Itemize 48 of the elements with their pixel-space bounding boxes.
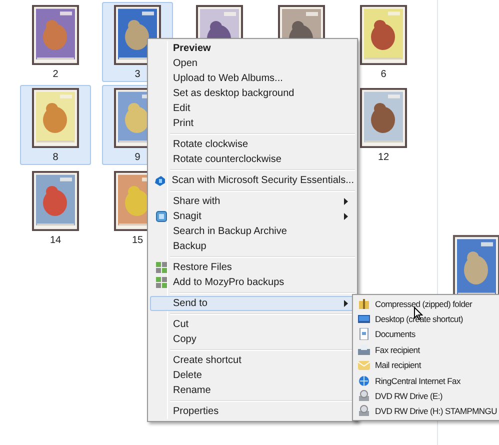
thumbnail-label: 9 <box>134 152 140 164</box>
thumbnail-label: 8 <box>52 152 58 164</box>
document-icon <box>358 328 370 340</box>
menu-item[interactable]: Backup <box>150 239 355 254</box>
thumbnail-label: 12 <box>378 152 390 164</box>
submenu-arrow-icon <box>344 198 348 205</box>
menu-item[interactable]: Mail recipient <box>355 358 499 373</box>
thumbnail-label: 14 <box>50 235 62 247</box>
fax-icon <box>358 344 370 356</box>
thumbnail[interactable]: 2 <box>20 2 91 82</box>
disc-drive-icon <box>358 390 370 402</box>
thumbnail[interactable]: 14 <box>20 168 91 248</box>
submenu-arrow-icon <box>344 300 348 307</box>
menu-item[interactable]: Send to <box>150 296 355 311</box>
menu-item[interactable]: Search in Backup Archive <box>150 224 355 239</box>
desktop-icon <box>358 313 370 326</box>
menu-item[interactable]: RingCentral Internet Fax <box>355 372 499 388</box>
four-squares-icon <box>156 262 166 273</box>
menu-item[interactable]: Fax recipient <box>355 342 499 358</box>
disc-drive-icon <box>358 405 370 418</box>
selected-thumbnail[interactable]: 8 <box>20 85 91 165</box>
menu-item[interactable]: Restore Files <box>150 260 355 275</box>
zip-folder-icon <box>358 298 370 310</box>
thumbnail-label: 15 <box>132 235 144 247</box>
submenu-arrow-icon <box>344 213 348 220</box>
menu-item[interactable]: Add to MozyPro backups <box>150 275 355 290</box>
thumbnail-label: 6 <box>380 69 386 81</box>
envelope-icon <box>358 359 370 372</box>
menu-item[interactable]: Copy <box>150 332 355 347</box>
menu-item[interactable]: Documents <box>355 326 499 342</box>
menu-item[interactable]: Rename <box>150 383 355 398</box>
menu-item[interactable]: Delete <box>150 368 355 383</box>
menu-item[interactable]: Cut <box>150 317 355 332</box>
shield-icon <box>154 174 166 186</box>
thumbnail-label: 2 <box>52 69 58 81</box>
menu-item[interactable]: Snagit <box>150 209 355 224</box>
four-squares-icon <box>156 277 166 288</box>
menu-item[interactable]: Properties <box>150 404 355 419</box>
menu-item[interactable]: Scan with Microsoft Security Essentials... <box>150 173 355 188</box>
menu-item[interactable]: Create shortcut <box>150 353 355 368</box>
square-app-icon <box>156 211 166 222</box>
menu-item[interactable]: Compressed (zipped) folder <box>355 296 499 312</box>
menu-item[interactable]: Share with <box>150 194 355 209</box>
menu-item[interactable]: DVD RW Drive (H:) STAMPMNGU <box>355 404 499 420</box>
globe-icon <box>358 374 370 387</box>
menu-item[interactable]: DVD RW Drive (E:) <box>355 388 499 404</box>
thumbnail-label: 3 <box>134 69 140 81</box>
menu-item[interactable]: Desktop (create shortcut) <box>355 311 499 327</box>
